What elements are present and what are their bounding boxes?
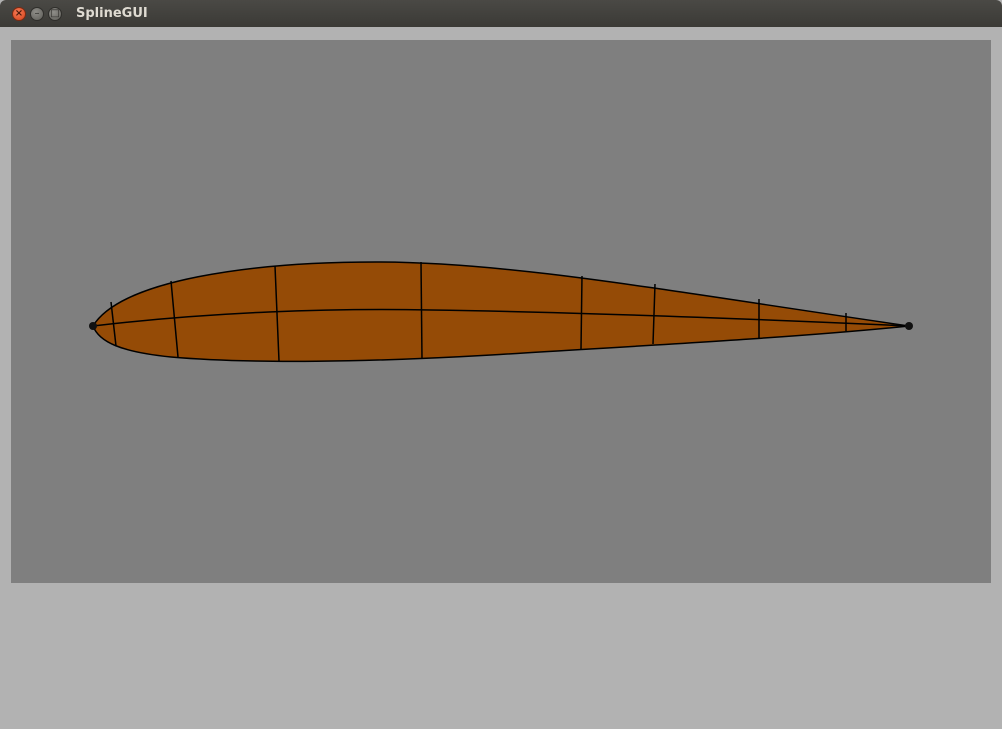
airfoil-drawing[interactable] <box>11 40 991 583</box>
title-bar[interactable]: × – □ SplineGUI <box>0 0 1002 27</box>
window-title: SplineGUI <box>76 6 148 21</box>
drawing-canvas[interactable] <box>11 40 991 583</box>
leading-edge-control-point[interactable] <box>89 322 97 330</box>
section-line <box>580 275 583 350</box>
trailing-edge-control-point[interactable] <box>905 322 913 330</box>
minimize-icon[interactable]: – <box>30 7 44 21</box>
maximize-icon[interactable]: □ <box>48 7 62 21</box>
app-window: × – □ SplineGUI <box>0 0 1002 729</box>
close-icon[interactable]: × <box>12 7 26 21</box>
section-line <box>420 261 423 360</box>
bottom-panel <box>0 583 1002 729</box>
